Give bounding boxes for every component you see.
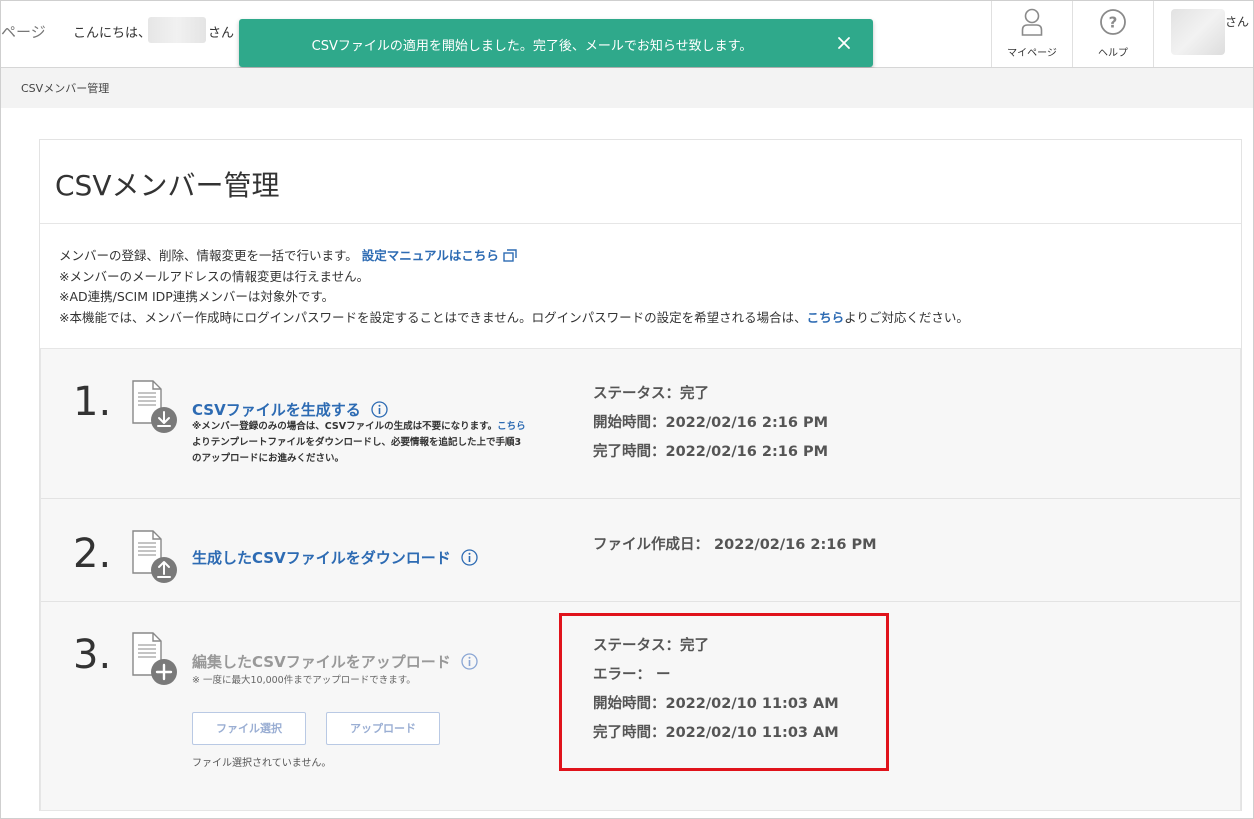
greeting-text: こんにちは、 <box>73 26 152 41</box>
step-title: CSVファイルを生成する <box>192 401 361 419</box>
step-1-note: ※メンバー登録のみの場合は、CSVファイルの生成は不要になります。こちら よりテ… <box>192 421 526 464</box>
upload-csv-title: 編集したCSVファイルをアップロード <box>192 651 478 672</box>
page-fragment-text: ページ <box>1 23 46 41</box>
password-help-link[interactable]: こちら <box>807 310 845 325</box>
template-link[interactable]: こちら <box>497 421 526 432</box>
page-title: CSVメンバー管理 <box>55 169 280 202</box>
external-link-icon[interactable] <box>503 249 517 262</box>
file-upload-icon <box>132 530 177 583</box>
file-created-date: ファイル作成日： 2022/02/16 2:16 PM <box>593 537 877 553</box>
close-icon[interactable] <box>835 34 853 52</box>
blurred-username <box>148 17 206 43</box>
mypage-label: マイページ <box>1007 48 1057 59</box>
upload-button[interactable]: アップロード <box>326 712 440 745</box>
user-icon <box>1021 8 1043 36</box>
help-button[interactable]: ? ヘルプ <box>1072 1 1153 67</box>
manual-link[interactable]: 設定マニュアルはこちら <box>362 248 499 263</box>
note-line-2: ※メンバーのメールアドレスの情報変更は行えません。 <box>59 268 370 284</box>
user-menu[interactable]: さん <box>1153 1 1254 67</box>
toast-message: CSVファイルの適用を開始しました。完了後、メールでお知らせ致します。 <box>311 39 753 54</box>
step-title: 生成したCSVファイルをダウンロード <box>192 549 451 567</box>
step-1-status: ステータス：完了 開始時間：2022/02/16 2:16 PM 完了時間：20… <box>593 380 828 467</box>
step-title: 編集したCSVファイルをアップロード <box>192 653 451 671</box>
file-select-button[interactable]: ファイル選択 <box>192 712 306 745</box>
description-notes: メンバーの登録、削除、情報変更を一括で行います。 設定マニュアルはこちら ※メン… <box>59 246 969 328</box>
step-number: 1. <box>73 379 112 425</box>
note-line-1: メンバーの登録、削除、情報変更を一括で行います。 <box>59 248 358 263</box>
info-icon[interactable] <box>461 549 478 566</box>
blurred-avatar <box>1171 9 1225 55</box>
step-number: 3. <box>73 632 112 678</box>
success-toast: CSVファイルの適用を開始しました。完了後、メールでお知らせ致します。 <box>239 19 873 67</box>
step-2: 2. 生成したCSVファイルをダウンロード ファイル作成日： 2022/02/1… <box>41 499 1240 602</box>
note-line-3: ※AD連携/SCIM IDP連携メンバーは対象外です。 <box>59 289 335 304</box>
user-suffix: さん <box>1225 15 1250 29</box>
info-icon[interactable] <box>371 401 388 418</box>
generate-csv-link[interactable]: CSVファイルを生成する <box>192 399 388 420</box>
breadcrumb-item[interactable]: CSVメンバー管理 <box>21 80 109 96</box>
title-row: CSVメンバー管理 <box>40 140 1241 224</box>
end-time: 完了時間：2022/02/16 2:16 PM <box>593 444 829 460</box>
highlight-box <box>559 613 889 771</box>
download-csv-link[interactable]: 生成したCSVファイルをダウンロード <box>192 547 478 568</box>
svg-text:?: ? <box>1109 14 1118 32</box>
mypage-button[interactable]: マイページ <box>991 1 1072 67</box>
info-icon[interactable] <box>461 653 478 670</box>
upload-limit-note: ※ 一度に最大10,000件までアップロードできます。 <box>192 675 416 686</box>
step-number: 2. <box>73 531 112 577</box>
start-time: 開始時間：2022/02/16 2:16 PM <box>593 415 829 431</box>
file-download-icon <box>132 380 177 433</box>
status-text: ステータス：完了 <box>593 386 709 402</box>
note-line-4: ※本機能では、メンバー作成時にログインパスワードを設定することはできません。ログ… <box>59 309 807 325</box>
greeting-suffix: さん <box>208 26 235 41</box>
breadcrumb: CSVメンバー管理 <box>1 68 1253 108</box>
help-icon: ? <box>1100 9 1126 35</box>
help-label: ヘルプ <box>1098 48 1128 59</box>
file-add-icon <box>132 632 177 685</box>
note-line-4-end: よりご対応ください。 <box>844 309 969 325</box>
step-1: 1. CSVファイルを生成する ※メンバー登録のみの場合は、CSVファイルの生成… <box>41 349 1240 499</box>
no-file-text: ファイル選択されていません。 <box>192 758 332 769</box>
